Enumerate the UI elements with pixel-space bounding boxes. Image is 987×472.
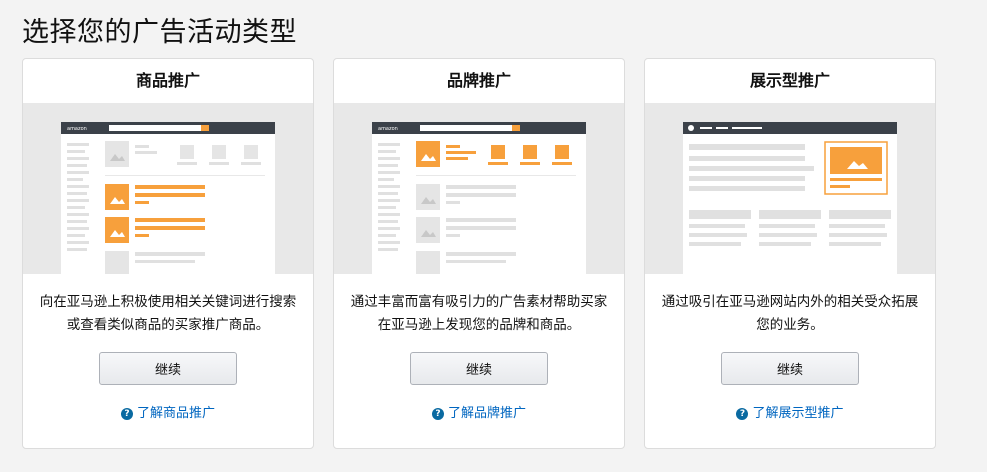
link-label: 了解展示型推广 xyxy=(752,406,844,421)
continue-button-sponsored-brands[interactable]: 继续 xyxy=(410,352,548,385)
help-circle-icon: ? xyxy=(431,408,444,420)
link-label: 了解商品推广 xyxy=(136,406,215,421)
card-sponsored-brands: 品牌推广 amazon 通过丰富而富有吸引力的广告素材帮助买家在亚马逊上发现您的… xyxy=(333,58,625,449)
card-title: 展示型推广 xyxy=(749,71,830,90)
help-circle-icon: ? xyxy=(736,408,749,420)
link-label: 了解品牌推广 xyxy=(447,406,526,421)
mock-logo: amazon xyxy=(378,126,398,132)
card-title: 商品推广 xyxy=(135,71,200,90)
continue-button-sponsored-products[interactable]: 继续 xyxy=(99,352,237,385)
learn-sponsored-brands-link[interactable]: ? 了解品牌推广 xyxy=(334,402,624,421)
learn-sponsored-products-link[interactable]: ? 了解商品推广 xyxy=(23,402,313,421)
card-title: 品牌推广 xyxy=(446,71,511,90)
sponsored-display-illustration xyxy=(683,122,897,274)
learn-sponsored-display-link[interactable]: ? 了解展示型推广 xyxy=(645,402,935,421)
mock-logo: amazon xyxy=(67,126,87,132)
sponsored-display-preview xyxy=(645,103,935,274)
sponsored-brands-preview: amazon xyxy=(334,103,624,274)
sponsored-brands-illustration: amazon xyxy=(372,122,586,274)
card-description: 通过吸引在亚马逊网站内外的相关受众拓展您的业务。 xyxy=(661,294,919,333)
help-circle-icon: ? xyxy=(120,408,133,420)
continue-button-sponsored-display[interactable]: 继续 xyxy=(721,352,859,385)
card-sponsored-products: 商品推广 amazon 向在亚马逊上积极使用相关关键词进行搜索或查看类似商品的买… xyxy=(22,58,314,449)
card-sponsored-display: 展示型推广 通过吸引在亚马逊网站内外的相关受众拓展您的业务。 继续 ? 了解展示… xyxy=(644,58,936,449)
sponsored-products-preview: amazon xyxy=(23,103,313,274)
sponsored-products-illustration: amazon xyxy=(61,122,275,274)
page-title: 选择您的广告活动类型 xyxy=(22,17,297,48)
card-description: 向在亚马逊上积极使用相关关键词进行搜索或查看类似商品的买家推广商品。 xyxy=(39,294,297,333)
card-description: 通过丰富而富有吸引力的广告素材帮助买家在亚马逊上发现您的品牌和商品。 xyxy=(350,294,608,333)
